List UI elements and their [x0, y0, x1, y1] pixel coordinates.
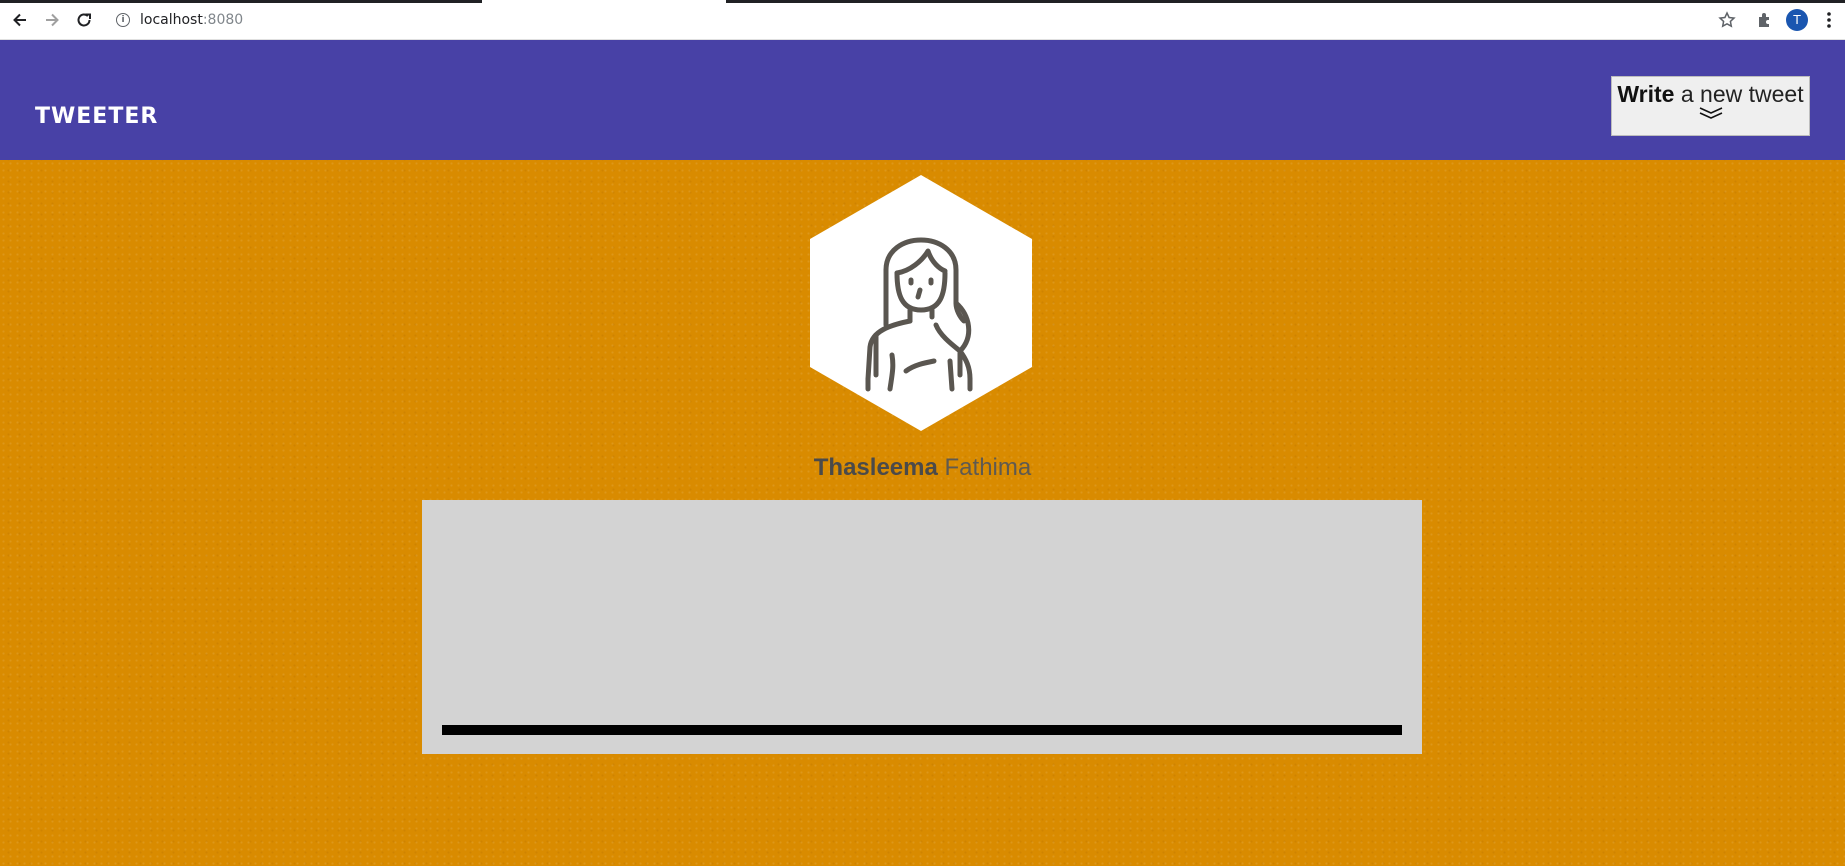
info-icon[interactable]: i — [116, 13, 130, 27]
avatar — [810, 175, 1032, 431]
browser-right-icons: T — [1715, 8, 1845, 32]
main-content: Thasleema Fathima — [0, 160, 1845, 866]
site-logo[interactable]: TWEETER — [35, 104, 158, 129]
profile-avatar[interactable]: T — [1785, 8, 1809, 32]
browser-toolbar: i localhost:8080 T — [0, 0, 1845, 40]
url-host: localhost — [140, 12, 203, 28]
tab-strip — [0, 0, 1845, 3]
write-button-label: Write a new tweet — [1617, 81, 1803, 108]
active-tab[interactable] — [482, 0, 726, 3]
extensions-icon[interactable] — [1753, 8, 1777, 32]
double-chevron-down-icon — [1698, 106, 1724, 125]
address-bar[interactable]: i localhost:8080 — [108, 7, 1708, 33]
forward-icon[interactable] — [40, 8, 64, 32]
profile-initial: T — [1786, 9, 1808, 31]
browser-menu-icon[interactable] — [1817, 8, 1841, 32]
bookmark-star-icon[interactable] — [1715, 8, 1739, 32]
last-name: Fathima — [944, 454, 1032, 481]
write-button-rest: a new tweet — [1674, 81, 1804, 107]
page-header: TWEETER Write a new tweet — [0, 40, 1845, 160]
url-text: localhost:8080 — [140, 12, 243, 28]
reload-icon[interactable] — [72, 8, 96, 32]
write-button-bold: Write — [1617, 81, 1675, 107]
url-port: :8080 — [202, 12, 244, 28]
tweet-list-container — [422, 500, 1422, 754]
tweet-divider-bar — [442, 725, 1402, 735]
profile-name: Thasleema Fathima — [0, 454, 1845, 482]
first-name: Thasleema — [813, 454, 938, 481]
back-icon[interactable] — [8, 8, 32, 32]
write-new-tweet-button[interactable]: Write a new tweet — [1611, 76, 1810, 136]
